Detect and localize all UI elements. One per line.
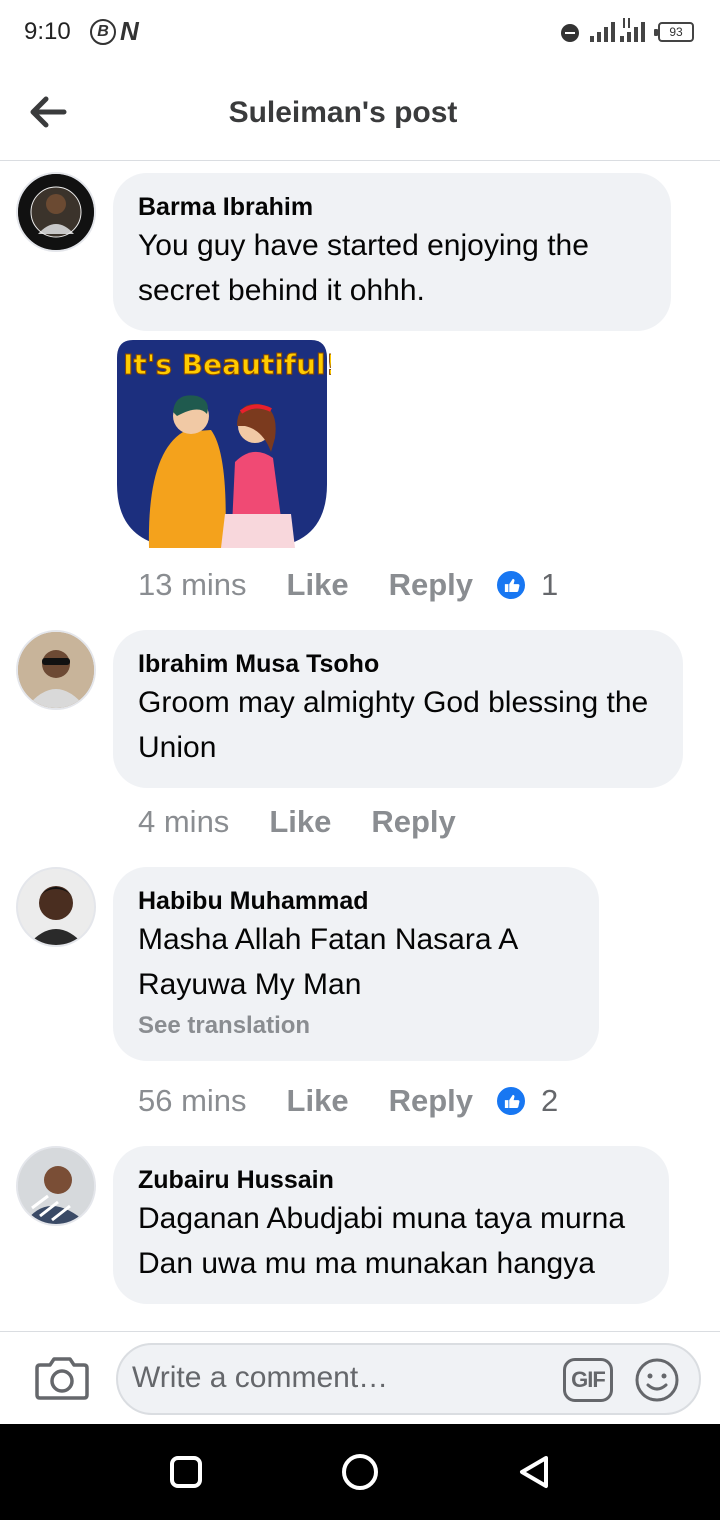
comment-time: 56 mins <box>138 1083 247 1118</box>
comment-time: 13 mins <box>138 567 247 602</box>
signal-icon <box>620 18 645 42</box>
system-nav-bar <box>0 1424 720 1520</box>
like-button[interactable]: Like <box>269 804 331 840</box>
comment-author[interactable]: Habibu Muhammad <box>138 885 573 917</box>
comment-bubble[interactable]: Ibrahim Musa Tsoho Groom may almighty Go… <box>113 630 683 788</box>
status-time: 9:10 <box>24 18 71 45</box>
reply-button[interactable]: Reply <box>389 1083 473 1119</box>
comment-author[interactable]: Ibrahim Musa Tsoho <box>138 648 657 680</box>
camera-icon[interactable] <box>34 1355 90 1401</box>
comment-bubble[interactable]: Zubairu Hussain Daganan Abudjabi muna ta… <box>113 1146 669 1304</box>
comment-bubble[interactable]: Habibu Muhammad Masha Allah Fatan Nasara… <box>113 867 599 1061</box>
like-button[interactable]: Like <box>287 1083 349 1119</box>
comment-author[interactable]: Zubairu Hussain <box>138 1164 643 1196</box>
comment-input-placeholder: Write a comment… <box>132 1361 389 1394</box>
gif-button[interactable]: GIF <box>563 1358 613 1402</box>
comment-actions: 56 mins Like Reply 2 <box>138 1079 558 1123</box>
like-button[interactable]: Like <box>287 567 349 603</box>
reaction-count: 2 <box>541 1083 559 1118</box>
n-badge-icon: N <box>120 16 139 46</box>
sticker-image[interactable]: It's Beautiful! <box>113 334 331 552</box>
thumbs-up-icon[interactable] <box>495 1085 527 1117</box>
comment-text: Daganan Abudjabi muna taya murna Dan uwa… <box>138 1202 626 1280</box>
comment-actions: 13 mins Like Reply 1 <box>138 563 558 607</box>
sticker-caption: It's Beautiful! <box>123 348 331 381</box>
see-translation-link[interactable]: See translation <box>138 1009 573 1043</box>
smiley-icon[interactable] <box>634 1357 680 1403</box>
reply-button[interactable]: Reply <box>389 567 473 603</box>
page-title: Suleiman's post <box>228 96 458 129</box>
comment-composer: Write a comment… GIF <box>0 1331 720 1424</box>
status-bar: 9:10 B N 93 <box>0 0 720 64</box>
comment-input[interactable]: Write a comment… GIF <box>116 1343 701 1415</box>
back-triangle-icon[interactable] <box>512 1450 556 1494</box>
avatar[interactable] <box>16 172 96 252</box>
avatar[interactable] <box>16 1146 96 1226</box>
recents-square-icon[interactable] <box>164 1450 208 1494</box>
home-circle-icon[interactable] <box>338 1450 382 1494</box>
battery-icon: 93 <box>654 22 694 42</box>
comment-text: Masha Allah Fatan Nasara A Rayuwa My Man <box>138 923 517 1001</box>
avatar[interactable] <box>16 867 96 947</box>
comment-text: Groom may almighty God blessing the Unio… <box>138 686 649 764</box>
comment-time: 4 mins <box>138 804 230 839</box>
avatar[interactable] <box>16 630 96 710</box>
dnd-icon <box>561 24 579 42</box>
signal-icon <box>590 22 615 42</box>
top-bar: Suleiman's post <box>0 64 720 161</box>
comment-actions: 4 mins Like Reply <box>138 800 478 844</box>
b-badge-icon: B <box>90 19 116 45</box>
reply-button[interactable]: Reply <box>371 804 455 840</box>
comment-bubble[interactable]: Barma Ibrahim You guy have started enjoy… <box>113 173 671 331</box>
comment-text: You guy have started enjoying the secret… <box>138 229 589 307</box>
comment-author[interactable]: Barma Ibrahim <box>138 191 645 223</box>
reaction-count: 1 <box>541 567 559 602</box>
thumbs-up-icon[interactable] <box>495 569 527 601</box>
